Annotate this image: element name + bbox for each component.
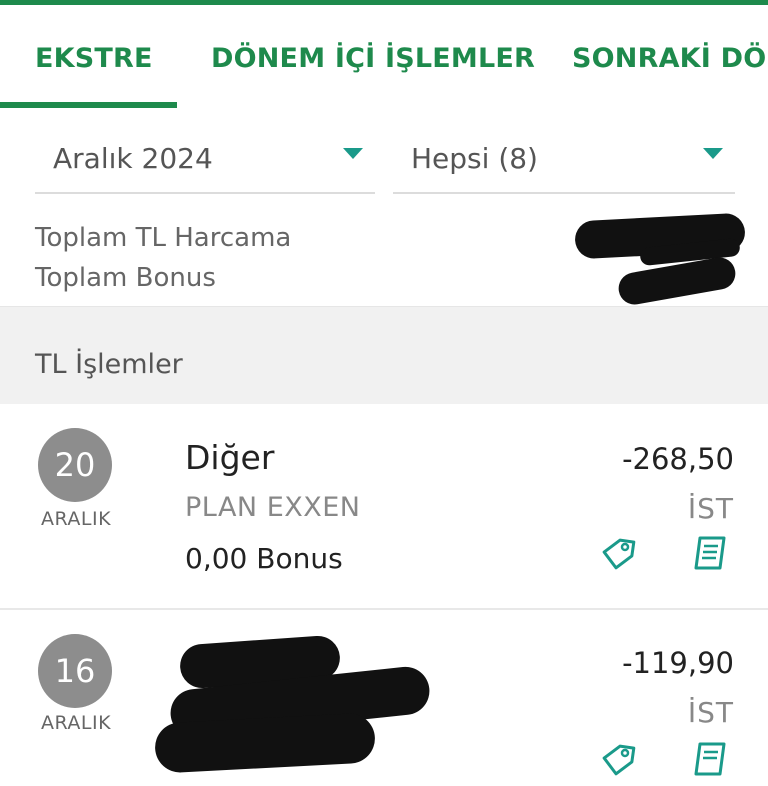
transaction-city: İST xyxy=(687,492,734,525)
caret-down-icon xyxy=(343,148,363,159)
total-tl-label: Toplam TL Harcama xyxy=(35,223,292,253)
day-badge: 20 xyxy=(38,428,112,502)
summary-panel: Toplam TL Harcama Toplam Bonus xyxy=(0,205,768,308)
caret-down-icon xyxy=(703,148,723,159)
day-badge: 16 xyxy=(38,634,112,708)
month-label: ARALIK xyxy=(40,508,112,530)
tab-ekstre[interactable]: EKSTRE xyxy=(35,43,153,74)
receipt-icon[interactable] xyxy=(688,532,732,576)
receipt-icon[interactable] xyxy=(688,738,732,782)
tag-icon[interactable] xyxy=(596,532,640,576)
redaction-mark xyxy=(153,712,377,774)
transaction-row[interactable]: 20 ARALIK Diğer PLAN EXXEN 0,00 Bonus -2… xyxy=(0,404,768,610)
tab-donem-ici-islemler[interactable]: DÖNEM İÇİ İŞLEMLER xyxy=(211,43,535,74)
tab-sonraki-donem[interactable]: SONRAKİ DÖN xyxy=(572,43,768,74)
type-dropdown-value: Hepsi (8) xyxy=(411,142,538,175)
active-tab-indicator xyxy=(0,102,177,108)
transaction-bonus: 0,00 Bonus xyxy=(185,542,343,575)
transaction-row[interactable]: 16 ARALIK -119,90 İST xyxy=(0,610,768,776)
tag-icon[interactable] xyxy=(596,738,640,782)
transaction-amount: -268,50 xyxy=(622,442,734,476)
transaction-city: İST xyxy=(687,696,734,729)
total-bonus-label: Toplam Bonus xyxy=(35,263,216,293)
month-label: ARALIK xyxy=(40,712,112,734)
month-dropdown-value: Aralık 2024 xyxy=(53,142,213,175)
redaction-mark xyxy=(616,254,738,308)
month-dropdown[interactable]: Aralık 2024 xyxy=(35,128,375,194)
section-title: TL İşlemler xyxy=(35,349,183,380)
transaction-merchant: PLAN EXXEN xyxy=(185,492,361,523)
tab-bar: EKSTRE DÖNEM İÇİ İŞLEMLER SONRAKİ DÖN xyxy=(0,5,768,108)
transaction-amount: -119,90 xyxy=(622,646,734,680)
type-dropdown[interactable]: Hepsi (8) xyxy=(393,128,735,194)
section-header: TL İşlemler xyxy=(0,306,768,406)
transaction-category: Diğer xyxy=(185,438,275,477)
